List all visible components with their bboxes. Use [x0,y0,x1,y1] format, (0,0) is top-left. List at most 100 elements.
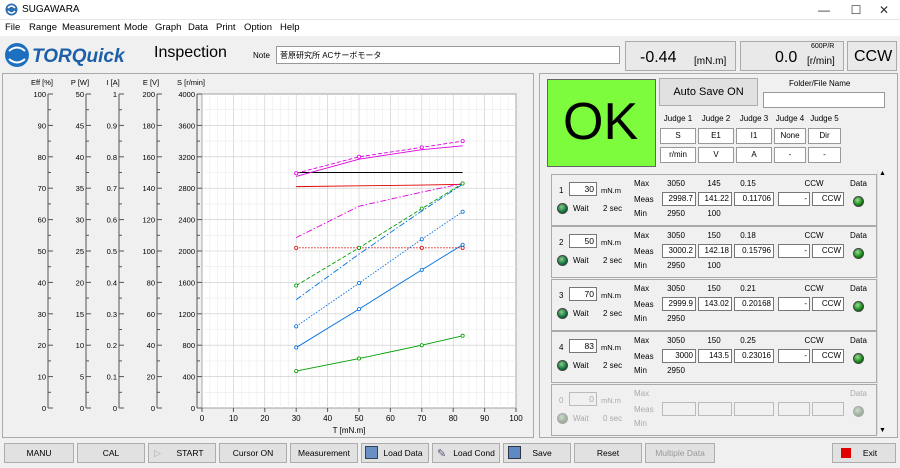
meas-value: 0.11706 [734,192,774,206]
menu-option[interactable]: Option [244,22,272,33]
data-indicator-icon [853,196,864,207]
series-point [356,356,361,361]
menu-print[interactable]: Print [216,22,236,33]
judge-item-3[interactable]: I1 [736,128,772,144]
menu-range[interactable]: Range [29,22,57,33]
speed-scale: 600P/R [811,43,835,50]
meas-value [778,402,810,416]
judge-item-5[interactable]: Dir [808,128,841,144]
meas-value: 143.5 [698,349,732,363]
grid [201,93,517,409]
y-tick-label-i: 0.8 [107,153,117,162]
y-tick-label-p: 30 [76,216,84,225]
max-value: 3050 [667,336,685,345]
logo-text: TORQuick [32,46,126,67]
speed-unit: [r/min] [807,56,835,67]
series-point [356,245,361,250]
y-tick-label-s: 3200 [178,153,195,162]
series-point [419,237,424,242]
meas-value: CCW [812,349,844,363]
judge-unit-2: V [698,147,734,163]
wait-indicator-icon [557,308,568,319]
auto-save-button[interactable]: Auto Save ON [659,78,758,106]
save-button[interactable]: Save [503,443,571,463]
meas-value: 143.02 [698,297,732,311]
y-tick-label-eff: 20 [38,341,46,350]
menu-graph[interactable]: Graph [155,22,181,33]
meas-value: 2999.9 [662,297,696,311]
max-label: Max [634,284,650,293]
meas-value: 142.18 [698,244,732,258]
y-tick-label-s: 0 [191,404,195,413]
y-tick-label-p: 45 [76,121,84,130]
menu-mode[interactable]: Mode [124,22,148,33]
reset-button[interactable]: Reset [574,443,642,463]
judge-unit-1: r/min [660,147,696,163]
scroll-down-icon[interactable]: ▼ [879,427,886,434]
max-label: Max [634,179,650,188]
min-value: 2950 [667,366,685,375]
judge-unit-5: - [808,147,841,163]
meas-label: Meas [634,300,654,309]
menu-file[interactable]: File [5,22,20,33]
meas-value: 0.20168 [734,297,774,311]
judge-item-1[interactable]: S [660,128,696,144]
x-axis-label: T [mN.m] [333,426,366,435]
wait-label: Wait [573,204,589,213]
scroll-up-icon[interactable]: ▲ [879,170,886,177]
note-field[interactable]: 菅原研究所 ACサーボモータ [276,46,620,64]
max-value: CCW [804,179,824,188]
y-tick-label-e: 40 [147,341,155,350]
meas-value: 0.23016 [734,349,774,363]
manu-button[interactable]: MANU [4,443,74,463]
max-value: 0.18 [740,231,756,240]
wait-indicator-icon [557,413,568,424]
close-button[interactable]: ✕ [870,2,898,18]
min-label: Min [634,366,647,375]
torque-input[interactable]: 70 [569,287,597,301]
axis-label-e: E [V] [143,78,159,87]
cal-button[interactable]: CAL [77,443,145,463]
wait-indicator-icon [557,203,568,214]
series-point [460,242,465,247]
data-label: Data [850,389,867,398]
y-tick-label-eff: 50 [38,247,46,256]
judge-item-2[interactable]: E1 [698,128,734,144]
y-tick-label-s: 2000 [178,247,195,256]
measurement-button[interactable]: Measurement [290,443,358,463]
data-indicator-icon [853,248,864,259]
y-tick-label-i: 0.3 [107,310,117,319]
steps-scrollbar[interactable]: ▲ ▼ [877,170,887,434]
start-button[interactable]: ▷ START [148,443,216,463]
judge-label: Judge 5 [810,114,839,123]
y-tick-label-p: 15 [76,310,84,319]
menu-help[interactable]: Help [280,22,300,33]
torque-input[interactable]: 83 [569,339,597,353]
step-row: 2 50 mN.m Wait 2 sec Max Meas Min 3050 3000.2 2950… [551,226,877,278]
load-cond-button[interactable]: ✎ Load Cond [432,443,500,463]
torque-input[interactable]: 30 [569,182,597,196]
minimize-button[interactable]: — [810,2,838,18]
meas-label: Meas [634,405,654,414]
x-tick-label: 80 [449,414,458,423]
folder-field[interactable] [763,92,885,108]
min-value: 2950 [667,261,685,270]
menu-data[interactable]: Data [188,22,208,33]
y-tick-label-e: 160 [142,153,155,162]
y-tick-label-e: 80 [147,278,155,287]
load-data-button[interactable]: Load Data [361,443,429,463]
judge-item-4[interactable]: None [774,128,806,144]
cursor-button[interactable]: Cursor ON [219,443,287,463]
y-tick-label-s: 800 [182,341,195,350]
exit-button[interactable]: Exit [832,443,896,463]
torque-display: -0.44 [mN.m] [625,41,736,71]
meas-value: CCW [812,244,844,258]
menu-measurement[interactable]: Measurement [62,22,120,33]
meas-value: - [778,244,810,258]
maximize-button[interactable]: ☐ [842,2,870,18]
min-value: 2950 [667,314,685,323]
torque-input[interactable]: 50 [569,234,597,248]
torque-input[interactable]: 0 [569,392,597,406]
multiple-data-button[interactable]: Multiple Data [645,443,715,463]
series-point [294,345,299,350]
